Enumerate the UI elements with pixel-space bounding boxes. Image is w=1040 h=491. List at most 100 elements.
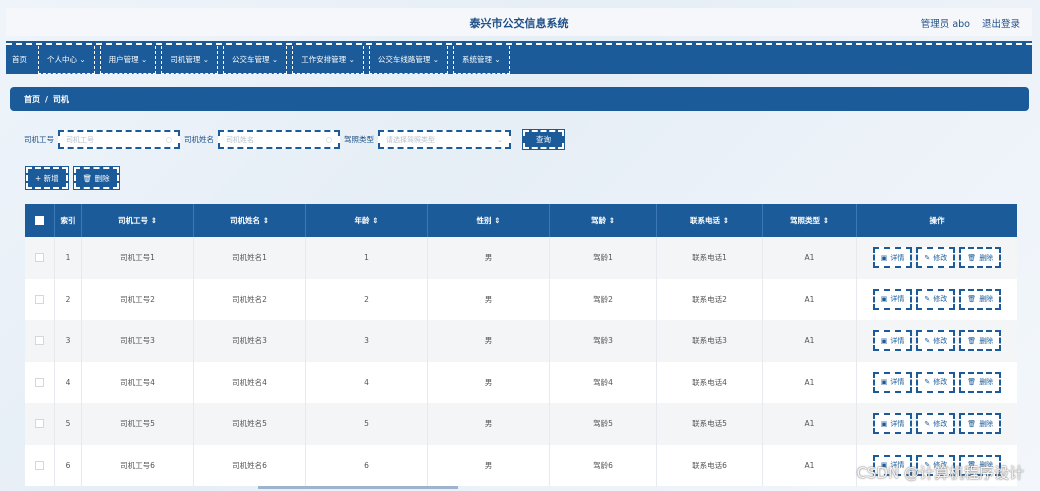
- delete-button[interactable]: 🗑 删除: [959, 413, 1002, 435]
- cell-age: 1: [306, 237, 428, 279]
- cell-age: 5: [306, 403, 428, 445]
- row-checkbox[interactable]: [35, 253, 44, 263]
- cell-phone: 联系电话6: [657, 444, 763, 486]
- edit-label: 修改: [933, 419, 948, 428]
- trash-icon: 🗑: [967, 336, 977, 345]
- header-driver-name[interactable]: 司机姓名 ⇕: [194, 204, 306, 237]
- header-license-type[interactable]: 驾照类型 ⇕: [763, 204, 857, 237]
- nav-item-route-management[interactable]: 公交车线路管理 ⌄: [368, 45, 449, 74]
- cell-driver-id: 司机工号3: [82, 320, 194, 362]
- cell-driving-age: 驾龄4: [550, 361, 657, 403]
- current-user-label[interactable]: 管理员 abo: [921, 16, 970, 30]
- driver-id-placeholder: 司机工号: [66, 135, 94, 144]
- table-row: 4 司机工号4 司机姓名4 4 男 驾龄4 联系电话4 A1 ▣ 详情 ✎ 修改 🗑…: [25, 361, 1017, 403]
- row-checkbox[interactable]: [35, 419, 44, 429]
- row-checkbox-cell: [25, 403, 55, 445]
- nav-item-personal-center[interactable]: 个人中心 ⌄: [38, 45, 95, 74]
- nav-item-bus-management[interactable]: 公交车管理 ⌄: [223, 45, 288, 74]
- header-sex[interactable]: 性别 ⇕: [428, 204, 550, 237]
- delete-button[interactable]: 🗑 删除: [959, 247, 1002, 269]
- cell-driving-age: 驾龄3: [550, 320, 657, 362]
- nav-item-driver-management[interactable]: 司机管理 ⌄: [161, 45, 219, 74]
- batch-delete-button[interactable]: 🗑 删除: [72, 166, 120, 190]
- cell-license-type: A1: [763, 361, 857, 403]
- clear-icon: ○: [165, 135, 172, 144]
- detail-icon: ▣: [880, 295, 888, 304]
- driver-id-input[interactable]: 司机工号 ○: [58, 130, 180, 149]
- cell-license-type: A1: [763, 403, 857, 445]
- cell-age: 6: [306, 444, 428, 486]
- driver-name-input[interactable]: 司机姓名 ○: [218, 130, 340, 149]
- detail-button[interactable]: ▣ 详情: [872, 330, 913, 352]
- delete-label: 删除: [979, 336, 994, 345]
- row-checkbox-cell: [25, 278, 55, 320]
- nav-item-user-management[interactable]: 用户管理 ⌄: [99, 45, 157, 74]
- edit-button[interactable]: ✎ 修改: [916, 288, 956, 310]
- nav-item-home[interactable]: 首页: [8, 46, 33, 74]
- edit-button[interactable]: ✎ 修改: [916, 247, 956, 269]
- cell-operations: ▣ 详情 ✎ 修改 🗑 删除: [857, 403, 1017, 445]
- query-button[interactable]: 查询: [522, 129, 565, 150]
- top-header: 泰兴市公交信息系统 管理员 abo 退出登录: [6, 8, 1032, 36]
- cell-sex: 男: [428, 361, 550, 403]
- main-nav: 首页 个人中心 ⌄ 用户管理 ⌄ 司机管理 ⌄ 公交车管理 ⌄ 工作安排管理 ⌄…: [6, 41, 1032, 74]
- cell-driver-id: 司机工号2: [82, 278, 194, 320]
- cell-driver-id: 司机工号1: [82, 237, 194, 279]
- logout-link[interactable]: 退出登录: [982, 16, 1020, 30]
- edit-button[interactable]: ✎ 修改: [916, 371, 956, 393]
- breadcrumb-home[interactable]: 首页: [24, 94, 40, 105]
- breadcrumb: 首页 / 司机: [10, 87, 1029, 111]
- header-driving-age[interactable]: 驾龄 ⇕: [550, 204, 657, 237]
- detail-button[interactable]: ▣ 详情: [872, 247, 913, 269]
- nav-item-schedule-management[interactable]: 工作安排管理 ⌄: [292, 45, 364, 74]
- detail-button[interactable]: ▣ 详情: [872, 288, 913, 310]
- nav-item-system-management[interactable]: 系统管理 ⌄: [453, 45, 510, 74]
- cell-index: 3: [55, 320, 82, 362]
- license-type-select[interactable]: 请选择驾照类型 ⌄: [378, 130, 511, 149]
- header-phone[interactable]: 联系电话 ⇕: [657, 204, 763, 237]
- row-checkbox[interactable]: [35, 294, 44, 304]
- header-driver-id[interactable]: 司机工号 ⇕: [82, 204, 194, 237]
- edit-icon: ✎: [924, 295, 931, 304]
- header-age[interactable]: 年龄 ⇕: [306, 204, 428, 237]
- edit-button[interactable]: ✎ 修改: [916, 413, 956, 435]
- cell-sex: 男: [428, 403, 550, 445]
- scroll-indicator: [258, 486, 458, 489]
- delete-button[interactable]: 🗑 删除: [959, 288, 1002, 310]
- cell-driver-name: 司机姓名6: [194, 444, 306, 486]
- edit-label: 修改: [933, 378, 948, 387]
- edit-label: 修改: [933, 295, 948, 304]
- detail-label: 详情: [890, 336, 905, 345]
- nav-divider: [6, 43, 1032, 45]
- cell-driving-age: 驾龄5: [550, 403, 657, 445]
- row-checkbox[interactable]: [35, 460, 44, 470]
- edit-button[interactable]: ✎ 修改: [916, 330, 956, 352]
- table-row: 5 司机工号5 司机姓名5 5 男 驾龄5 联系电话5 A1 ▣ 详情 ✎ 修改 🗑…: [25, 403, 1017, 445]
- row-checkbox-cell: [25, 320, 55, 362]
- detail-button[interactable]: ▣ 详情: [872, 413, 913, 435]
- trash-icon: 🗑: [967, 419, 977, 428]
- add-button[interactable]: + 新增: [25, 166, 69, 190]
- cell-driver-name: 司机姓名4: [194, 361, 306, 403]
- cell-index: 4: [55, 361, 82, 403]
- row-checkbox[interactable]: [35, 336, 44, 346]
- cell-sex: 男: [428, 237, 550, 279]
- detail-label: 详情: [890, 378, 905, 387]
- cell-age: 4: [306, 361, 428, 403]
- row-checkbox[interactable]: [35, 377, 44, 387]
- row-checkbox-cell: [25, 444, 55, 486]
- trash-icon: 🗑: [967, 295, 977, 304]
- select-all-checkbox[interactable]: [35, 216, 44, 225]
- cell-operations: ▣ 详情 ✎ 修改 🗑 删除: [857, 320, 1017, 362]
- breadcrumb-separator: /: [45, 94, 48, 104]
- driver-table: 索引 司机工号 ⇕ 司机姓名 ⇕ 年龄 ⇕ 性别 ⇕ 驾龄 ⇕ 联系电话 ⇕ 驾…: [25, 204, 1017, 486]
- table-row: 1 司机工号1 司机姓名1 1 男 驾龄1 联系电话1 A1 ▣ 详情 ✎ 修改 🗑…: [25, 237, 1017, 279]
- detail-button[interactable]: ▣ 详情: [872, 371, 913, 393]
- cell-driver-name: 司机姓名2: [194, 278, 306, 320]
- delete-button[interactable]: 🗑 删除: [959, 371, 1002, 393]
- driver-name-label: 司机姓名: [184, 135, 214, 144]
- cell-driver-name: 司机姓名3: [194, 320, 306, 362]
- row-checkbox-cell: [25, 361, 55, 403]
- delete-button[interactable]: 🗑 删除: [959, 330, 1002, 352]
- detail-icon: ▣: [880, 336, 888, 345]
